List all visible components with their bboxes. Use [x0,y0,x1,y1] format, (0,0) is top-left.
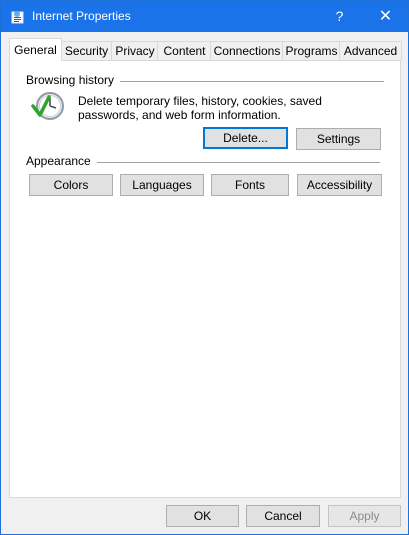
fonts-button[interactable]: Fonts [211,174,289,196]
settings-button[interactable]: Settings [296,128,381,150]
close-button[interactable]: ✕ [363,1,408,32]
tab-strip: General Security Privacy Content Connect… [9,38,402,61]
browsing-history-description: Delete temporary files, history, cookies… [78,94,322,122]
general-tab-panel: Browsing history Delete temporary files,… [9,60,401,498]
tab-programs[interactable]: Programs [282,41,341,61]
tab-content[interactable]: Content [157,41,212,61]
colors-button[interactable]: Colors [29,174,113,196]
appearance-heading: Appearance [26,154,97,168]
tab-general[interactable]: General [9,38,62,61]
accessibility-button[interactable]: Accessibility [297,174,382,196]
tab-connections[interactable]: Connections [210,41,284,61]
browsing-history-heading: Browsing history [26,73,121,87]
apply-button[interactable]: Apply [328,505,401,527]
languages-button[interactable]: Languages [120,174,204,196]
internet-options-icon [11,11,24,24]
cancel-button[interactable]: Cancel [246,505,320,527]
title-bar[interactable]: Internet Properties ? ✕ [1,1,408,32]
help-button[interactable]: ? [317,1,362,32]
delete-button[interactable]: Delete... [203,127,288,149]
tab-privacy[interactable]: Privacy [111,41,159,61]
tab-security[interactable]: Security [60,41,113,61]
history-clock-icon [31,92,64,120]
ok-button[interactable]: OK [166,505,239,527]
tab-advanced[interactable]: Advanced [339,41,402,61]
internet-properties-window: Internet Properties ? ✕ General Security… [0,0,409,535]
window-title: Internet Properties [32,9,131,23]
